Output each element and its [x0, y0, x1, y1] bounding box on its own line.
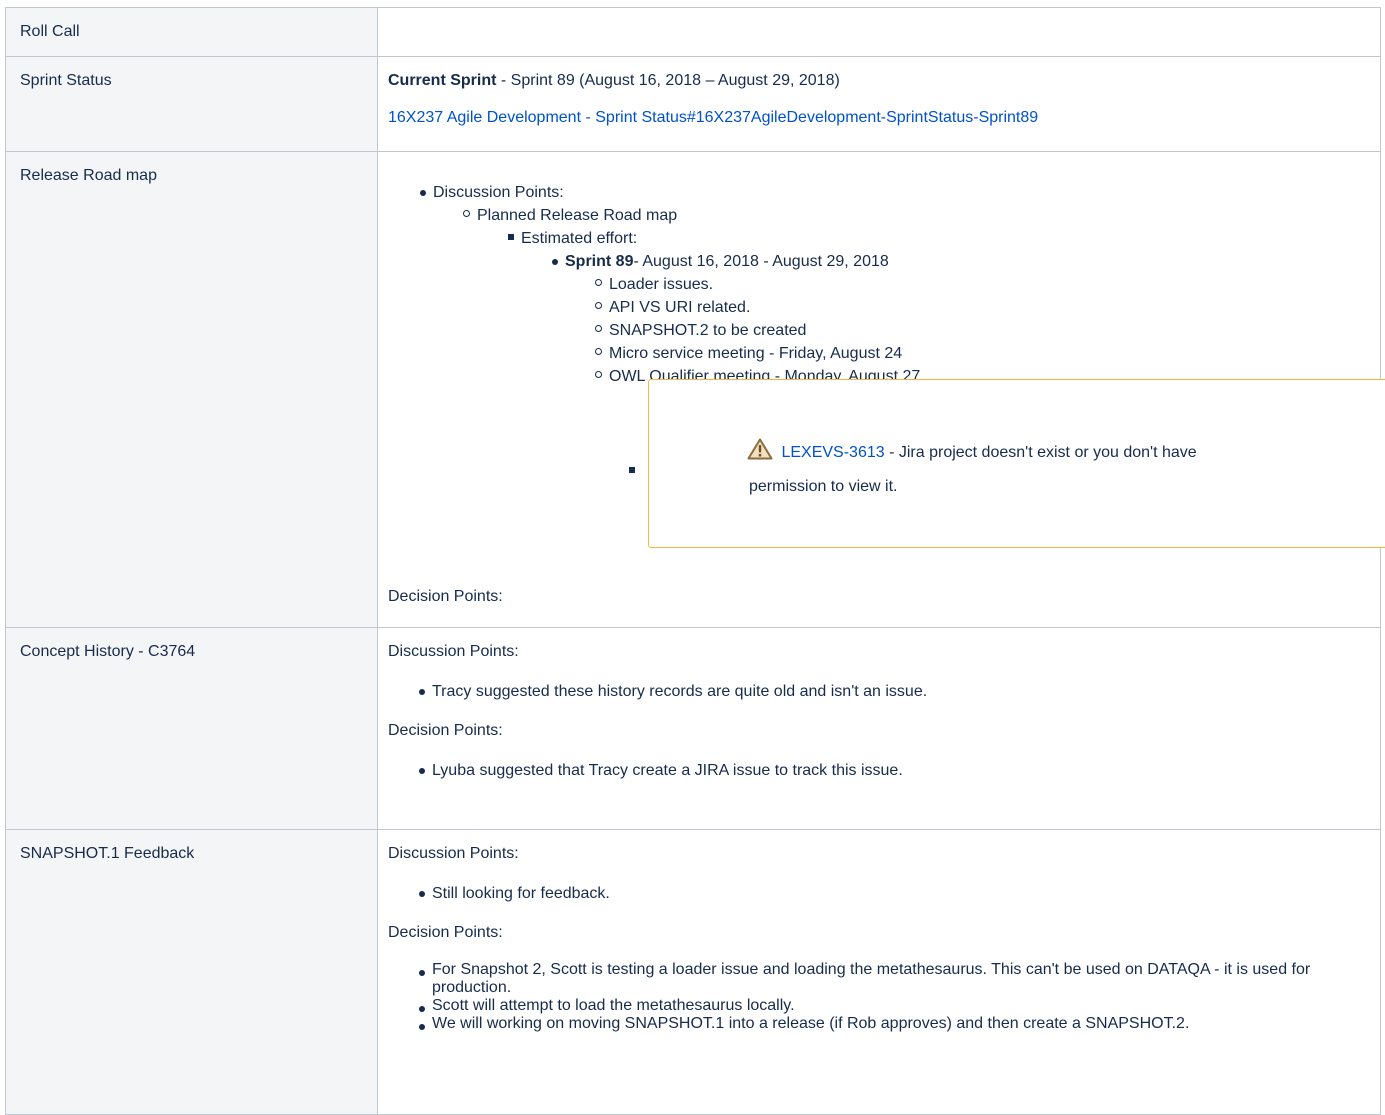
list-item: We will working on moving SNAPSHOT.1 int… — [419, 1015, 1362, 1033]
table-row: Roll Call — [5, 7, 1381, 57]
release-road-map-cell: Discussion Points: Planned Release Road … — [377, 151, 1385, 628]
jira-message: - Jira project doesn't exist or you don'… — [884, 444, 1197, 461]
row-label: Release Road map — [20, 167, 157, 184]
discussion-list: Discussion Points: Planned Release Road … — [419, 181, 920, 388]
jira-issue-link[interactable]: LEXEVS-3613 — [781, 444, 884, 461]
list-item: Still looking for feedback. — [419, 882, 1370, 905]
roll-call-header: Roll Call — [5, 7, 378, 57]
jira-issue-macro: LEXEVS-3613 - Jira project doesn't exist… — [648, 379, 1385, 548]
list-item: For Snapshot 2, Scott is testing a loade… — [419, 961, 1362, 997]
warning-triangle-icon — [747, 438, 777, 460]
decision-list: For Snapshot 2, Scott is testing a loade… — [419, 961, 1362, 1033]
sprint-status-header: Sprint Status — [5, 56, 378, 152]
sprint-label: Sprint 89 — [565, 253, 634, 270]
table-row: Sprint Status Current Sprint - Sprint 89… — [5, 56, 1381, 152]
discussion-list: Tracy suggested these history records ar… — [419, 680, 1370, 703]
row-label: SNAPSHOT.1 Feedback — [20, 845, 195, 862]
list-item: API VS URI related. — [594, 296, 920, 319]
list-item: Estimated effort: Sprint 89- August 16, … — [507, 227, 920, 388]
jira-message-continued: permission to view it. — [749, 478, 898, 495]
sprint-status-cell: Current Sprint - Sprint 89 (August 16, 2… — [377, 56, 1381, 152]
current-sprint-text: Current Sprint - Sprint 89 (August 16, 2… — [388, 72, 840, 89]
discussion-points-label: Discussion Points: — [388, 845, 519, 862]
list-item: Tracy suggested these history records ar… — [419, 680, 1370, 703]
discussion-list: Still looking for feedback. — [419, 882, 1370, 905]
concept-history-header: Concept History - C3764 — [5, 627, 378, 830]
snapshot-feedback-header: SNAPSHOT.1 Feedback — [5, 829, 378, 1115]
sprint-status-link[interactable]: 16X237 Agile Development - Sprint Status… — [388, 109, 1038, 126]
list-item: Scott will attempt to load the metathesa… — [419, 997, 1362, 1015]
decision-list: Lyuba suggested that Tracy create a JIRA… — [419, 759, 1370, 782]
row-label: Sprint Status — [20, 72, 112, 89]
row-label: Roll Call — [20, 23, 80, 40]
list-item: Lyuba suggested that Tracy create a JIRA… — [419, 759, 1370, 782]
table-row: Release Road map Discussion Points: Plan… — [5, 151, 1385, 628]
roll-call-cell — [377, 7, 1381, 57]
list-item: Planned Release Road map Estimated effor… — [462, 204, 920, 388]
table-row: Concept History - C3764 Discussion Point… — [5, 627, 1381, 830]
decision-points-label: Decision Points: — [388, 588, 503, 605]
concept-history-cell: Discussion Points: Tracy suggested these… — [377, 627, 1381, 830]
snapshot-feedback-cell: Discussion Points: Still looking for fee… — [377, 829, 1381, 1115]
list-item: SNAPSHOT.2 to be created — [594, 319, 920, 342]
list-item: Loader issues. — [594, 273, 920, 296]
decision-points-label: Decision Points: — [388, 722, 503, 739]
table-row: SNAPSHOT.1 Feedback Discussion Points: S… — [5, 829, 1381, 1115]
discussion-points-label: Discussion Points: — [388, 643, 519, 660]
list-item: Sprint 89- August 16, 2018 - August 29, … — [551, 250, 920, 388]
row-label: Concept History - C3764 — [20, 643, 196, 660]
list-item: Micro service meeting - Friday, August 2… — [594, 342, 920, 365]
agenda-table: Roll Call Sprint Status Current Sprint -… — [5, 7, 1385, 1115]
list-item: Discussion Points: Planned Release Road … — [419, 181, 920, 388]
current-sprint-label: Current Sprint — [388, 72, 497, 89]
jira-bullet — [629, 467, 635, 473]
decision-points-label: Decision Points: — [388, 924, 503, 941]
release-road-map-header: Release Road map — [5, 151, 378, 628]
